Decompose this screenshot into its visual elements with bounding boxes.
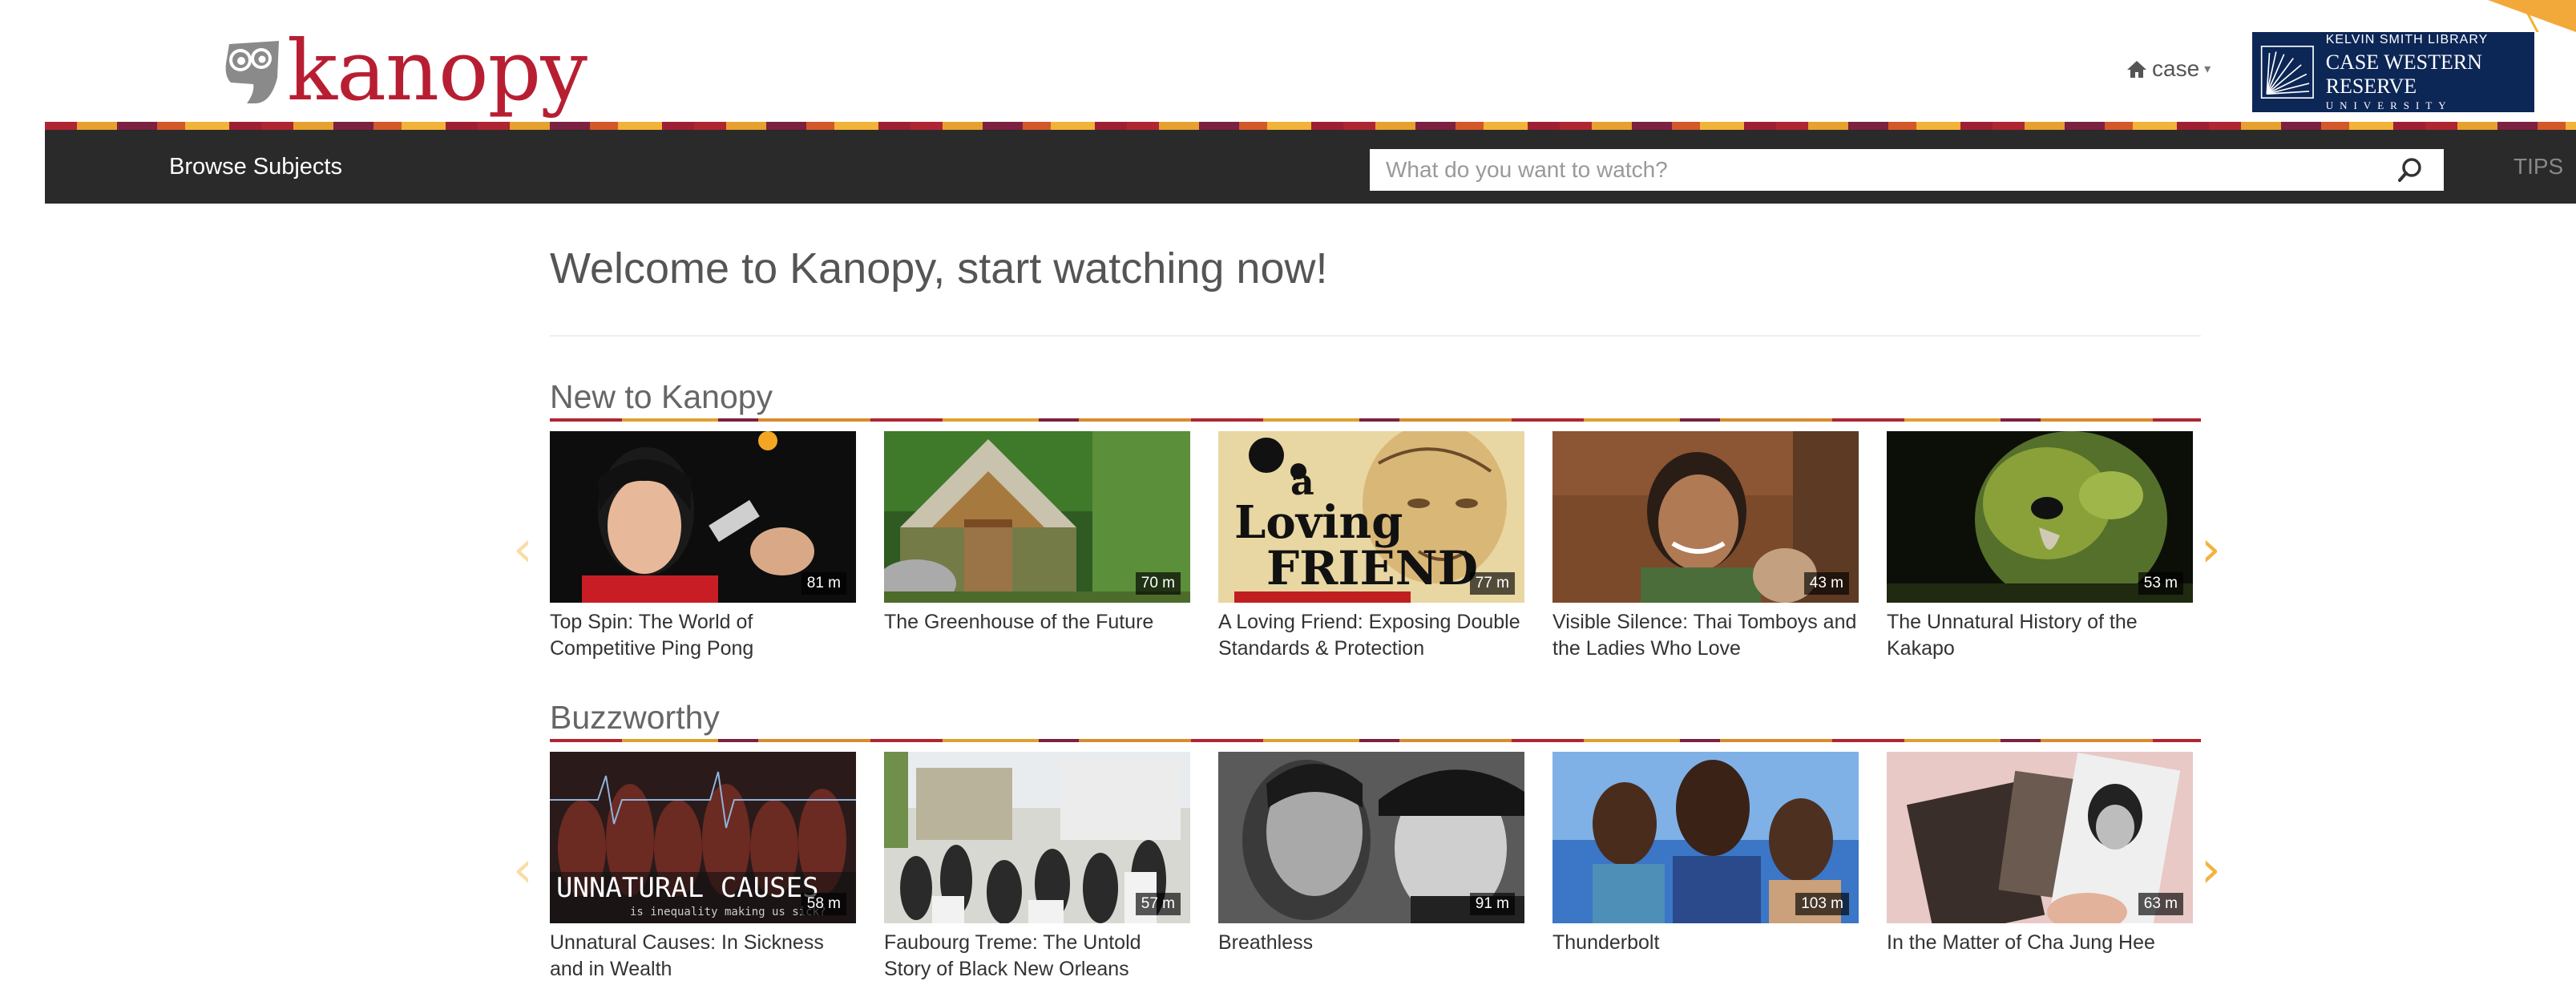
video-card[interactable]: 53 m The Unnatural History of the Kakapo [1887,431,2193,662]
duration-badge: 53 m [2138,572,2183,595]
tips-link[interactable]: TIPS [2513,154,2563,180]
video-thumbnail[interactable]: 53 m [1887,431,2193,603]
user-menu[interactable]: case ▾ [2126,56,2211,82]
search-icon[interactable] [2396,155,2425,184]
video-thumbnail[interactable]: 70 m [884,431,1190,603]
search-bar [1370,149,2444,191]
video-title[interactable]: Unnatural Causes: In Sickness and in Wea… [550,930,856,983]
divider [550,335,2201,337]
section-title-buzzworthy: Buzzworthy [550,699,720,736]
duration-badge: 58 m [801,893,846,915]
search-input[interactable] [1384,156,2396,184]
video-thumbnail[interactable]: 57 m [884,752,1190,923]
video-thumbnail[interactable]: 91 m [1218,752,1524,923]
video-title[interactable]: Faubourg Treme: The Untold Story of Blac… [884,930,1190,983]
chevron-down-icon: ▾ [2204,63,2211,76]
video-thumbnail[interactable]: UNNATURAL CAUSES is inequality making us… [550,752,856,923]
section-title-new: New to Kanopy [550,378,773,415]
video-title[interactable]: In the Matter of Cha Jung Hee [1887,930,2193,956]
library-name: KELVIN SMITH LIBRARY [2325,32,2489,46]
video-title[interactable]: The Greenhouse of the Future [884,609,1190,636]
video-card[interactable]: 63 m In the Matter of Cha Jung Hee [1887,752,2193,956]
video-thumbnail[interactable]: 103 m [1552,752,1859,923]
section-rule [550,739,2201,742]
video-card[interactable]: 70 m The Greenhouse of the Future [884,431,1190,636]
video-card[interactable]: 81 m Top Spin: The World of Competitive … [550,431,856,662]
duration-badge: 57 m [1135,893,1181,915]
poster-text: is inequality making us sick? [630,906,826,918]
brand-wordmark: kanopy [287,22,587,119]
video-card[interactable]: 103 m Thunderbolt [1552,752,1859,956]
video-title[interactable]: Breathless [1218,930,1524,956]
video-title[interactable]: Top Spin: The World of Competitive Ping … [550,609,856,662]
video-title[interactable]: Visible Silence: Thai Tomboys and the La… [1552,609,1859,662]
video-card[interactable]: 57 m Faubourg Treme: The Untold Story of… [884,752,1190,983]
video-card[interactable]: 91 m Breathless [1218,752,1524,956]
video-card[interactable]: 43 m Visible Silence: Thai Tomboys and t… [1552,431,1859,662]
kanopy-logo[interactable]: kanopy [223,29,587,112]
browse-subjects-link[interactable]: Browse Subjects [169,154,342,180]
video-thumbnail[interactable]: 43 m [1552,431,1859,603]
poster-text: Loving [1234,496,1403,549]
poster-text: FRIEND [1266,541,1479,595]
section-rule [550,418,2201,422]
navbar: Browse Subjects TIPS [45,130,2576,204]
duration-badge: 70 m [1135,572,1181,595]
video-title[interactable]: The Unnatural History of the Kakapo [1887,609,2193,662]
duration-badge: 91 m [1469,893,1515,915]
video-card[interactable]: UNNATURAL CAUSES is inequality making us… [550,752,856,983]
poster-text: a [1290,460,1314,503]
duration-badge: 77 m [1469,572,1515,595]
duration-badge: 63 m [2138,893,2183,915]
user-menu-label: case [2152,56,2200,81]
carousel-prev-arrow[interactable]: ‹ [513,840,533,898]
university-name: CASE WESTERN RESERVE [2325,50,2482,98]
university-word: UNIVERSITY [2325,99,2453,111]
carousel-next-arrow[interactable]: › [2201,519,2221,578]
library-logo-icon [2260,45,2314,99]
carousel-prev-arrow[interactable]: ‹ [513,519,533,578]
decorative-stripe [45,122,2576,130]
duration-badge: 43 m [1803,572,1849,595]
video-thumbnail[interactable]: 81 m [550,431,856,603]
video-title[interactable]: A Loving Friend: Exposing Double Standar… [1218,609,1524,662]
video-card[interactable]: a Loving FRIEND 77 m A Loving Friend: Ex… [1218,431,1524,662]
poster-text: UNNATURAL CAUSES [556,872,819,904]
video-thumbnail[interactable]: a Loving FRIEND 77 m [1218,431,1524,603]
owl-icon [225,41,279,103]
carousel-next-arrow[interactable]: › [2201,840,2221,898]
video-title[interactable]: Thunderbolt [1552,930,1859,956]
video-thumbnail[interactable]: 63 m [1887,752,2193,923]
duration-badge: 81 m [801,572,846,595]
duration-badge: 103 m [1795,893,1849,915]
page-title: Welcome to Kanopy, start watching now! [550,244,1328,293]
library-badge[interactable]: KELVIN SMITH LIBRARY CASE WESTERN RESERV… [2252,32,2534,112]
header: kanopy case ▾ KELVIN SMITH LIBRARY CASE … [0,0,2576,122]
home-icon [2127,61,2146,78]
